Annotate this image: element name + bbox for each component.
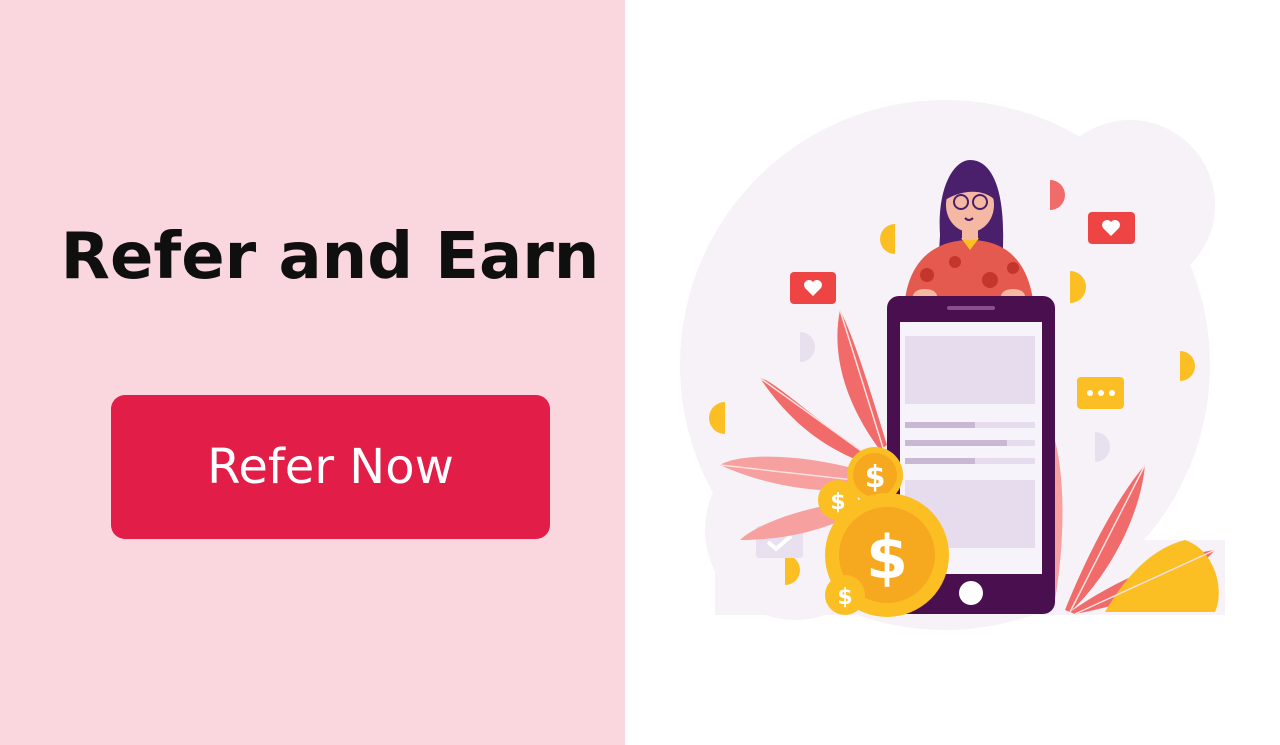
dollar-coin-icon: $	[825, 575, 865, 615]
page: Refer and Earn Refer Now $ $ $ $	[0, 0, 1280, 745]
coin-symbol: $	[866, 523, 908, 593]
refer-illustration: $ $ $ $	[680, 100, 1225, 630]
coin-symbol: $	[837, 585, 852, 610]
heart-chat-icon	[790, 272, 836, 304]
promo-panel: Refer and Earn Refer Now	[0, 0, 625, 745]
illustration-panel: $ $ $ $	[625, 0, 1280, 745]
coin-symbol: $	[865, 460, 886, 495]
ellipsis-chat-icon	[1077, 377, 1124, 409]
refer-now-button[interactable]: Refer Now	[111, 395, 550, 539]
heart-chat-icon	[1088, 212, 1135, 244]
page-title: Refer and Earn	[60, 220, 600, 294]
